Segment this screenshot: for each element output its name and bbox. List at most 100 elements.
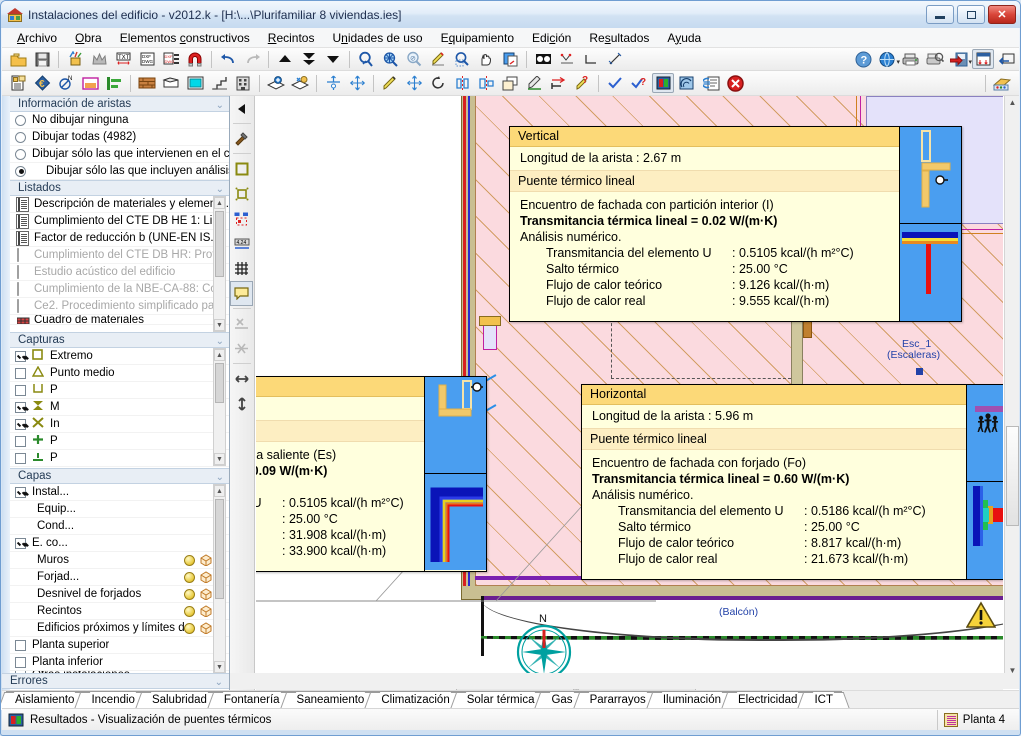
- dwg-layers-icon[interactable]: DXF DWG: [160, 49, 182, 69]
- dxf-dwg-icon[interactable]: DXF DWG: [136, 49, 158, 69]
- stretch-icon[interactable]: [547, 73, 569, 93]
- print-icon[interactable]: [900, 49, 922, 69]
- wall-icon[interactable]: [136, 73, 158, 93]
- checkbox[interactable]: [15, 418, 26, 430]
- undo-icon[interactable]: [217, 49, 239, 69]
- capturas-listbox[interactable]: Extremo Punto medio P M In P P ▲ ▼: [10, 348, 229, 468]
- menu-recintos[interactable]: Recintos: [259, 29, 324, 47]
- scroll-thumb[interactable]: [1006, 426, 1019, 526]
- menu-elementos-constructivos[interactable]: Elementos constructivos: [111, 29, 259, 47]
- new-project-icon[interactable]: [64, 49, 86, 69]
- menu-archivo[interactable]: Archivo: [8, 29, 66, 47]
- capture-interseccion[interactable]: In: [10, 416, 229, 433]
- dimension-icon[interactable]: [604, 49, 626, 69]
- zoom-select-icon[interactable]: [355, 49, 377, 69]
- status-floor-indicator[interactable]: Planta 4: [936, 709, 1019, 730]
- radio-indicator[interactable]: [15, 114, 26, 126]
- menu-equipamiento[interactable]: Equipamiento: [432, 29, 523, 47]
- chevron-down-icon[interactable]: ⌄: [216, 470, 224, 485]
- layer-3d-cube-icon[interactable]: [200, 554, 212, 566]
- zoom-edit-icon[interactable]: [427, 49, 449, 69]
- capture-punto-medio[interactable]: Punto medio: [10, 365, 229, 382]
- export-icon[interactable]: ▾: [948, 49, 972, 69]
- angle-icon[interactable]: [580, 49, 602, 69]
- align-icon[interactable]: [103, 73, 125, 93]
- listados-scrollbar[interactable]: ▲ ▼: [213, 196, 226, 332]
- edit-query-icon[interactable]: ?: [571, 73, 593, 93]
- radio-indicator[interactable]: [15, 148, 26, 160]
- collapse-arrows-icon[interactable]: [298, 49, 320, 69]
- list-item[interactable]: Cumplimiento del CTE DB HE 1: Li...: [10, 213, 229, 230]
- beam-icon[interactable]: [160, 73, 182, 93]
- scroll-down-arrow[interactable]: ▼: [214, 661, 225, 673]
- dotted-select-icon[interactable]: [230, 181, 253, 206]
- zoom-previous-icon[interactable]: ⊘: [403, 49, 425, 69]
- scroll-up-arrow[interactable]: ▲: [214, 349, 225, 361]
- layer-e-constructivos[interactable]: E. co...: [10, 535, 229, 552]
- volume-icon[interactable]: [184, 73, 206, 93]
- cost-euro-icon[interactable]: €: [31, 73, 53, 93]
- tab-ict[interactable]: ICT: [805, 691, 842, 708]
- scroll-down-arrow[interactable]: ▼: [214, 453, 225, 465]
- tab-saneamiento[interactable]: Saneamiento: [287, 691, 374, 708]
- checkbox[interactable]: [15, 537, 26, 549]
- checkbox[interactable]: [15, 367, 26, 379]
- chevron-down-icon[interactable]: ⌄: [216, 334, 224, 349]
- checkbox[interactable]: [15, 452, 26, 464]
- tools-icon[interactable]: [230, 126, 253, 151]
- cancel-icon[interactable]: [724, 73, 746, 93]
- tab-pararrayos[interactable]: Pararrayos: [580, 691, 655, 708]
- group-header-errores[interactable]: Errores ⌄: [2, 673, 229, 689]
- open-folder-icon[interactable]: [7, 49, 29, 69]
- scroll-thumb[interactable]: [215, 211, 224, 277]
- radio-dibujar-todas[interactable]: Dibujar todas (4982): [10, 129, 229, 146]
- tab-aislamiento[interactable]: Aislamiento: [6, 691, 84, 708]
- tab-incendio[interactable]: Incendio: [82, 691, 144, 708]
- add-floor-icon[interactable]: [265, 73, 287, 93]
- checkbox[interactable]: [15, 384, 26, 396]
- legend-icon[interactable]: [991, 73, 1013, 93]
- radio-no-dibujar-ninguna[interactable]: No dibujar ninguna: [10, 112, 229, 129]
- stair-icon[interactable]: [208, 73, 230, 93]
- chevron-down-icon[interactable]: ⌄: [215, 675, 223, 690]
- layer-visibility-dot[interactable]: [184, 622, 195, 634]
- grid-icon[interactable]: [230, 256, 253, 281]
- layer-3d-cube-icon[interactable]: [200, 622, 212, 634]
- menu-edicion[interactable]: Edición: [523, 29, 580, 47]
- listados-listbox[interactable]: Descripción de materiales y element... C…: [10, 196, 229, 332]
- web-icon[interactable]: ▾: [876, 49, 900, 69]
- layer-3d-cube-icon[interactable]: [200, 605, 212, 617]
- close-button[interactable]: ✕: [988, 5, 1016, 24]
- chevron-down-icon[interactable]: ⌄: [216, 98, 224, 113]
- checkbox[interactable]: [15, 350, 26, 362]
- layer-instalaciones[interactable]: Instal...: [10, 484, 229, 501]
- euro-doc-icon[interactable]: [700, 73, 722, 93]
- layer-planta-inferior[interactable]: Planta inferior: [10, 654, 229, 671]
- mirror-h-icon[interactable]: [475, 73, 497, 93]
- menu-ayuda[interactable]: Ayuda: [658, 29, 710, 47]
- measure-icon[interactable]: [556, 49, 578, 69]
- group-header-informacion-aristas[interactable]: Información de aristas ⌄: [10, 96, 229, 113]
- canvas-vertical-scrollbar[interactable]: ▲ ▼: [1004, 96, 1019, 677]
- group-header-capas[interactable]: Capas ⌄: [10, 468, 229, 485]
- menu-resultados[interactable]: Resultados: [580, 29, 658, 47]
- copy-icon[interactable]: [499, 73, 521, 93]
- layer-3d-cube-icon[interactable]: [200, 571, 212, 583]
- move-icon[interactable]: [403, 73, 425, 93]
- capture-back-icon[interactable]: [996, 49, 1018, 69]
- checkbox[interactable]: [15, 656, 26, 668]
- down-arrow-icon[interactable]: [322, 49, 344, 69]
- layer-visibility-dot[interactable]: [184, 588, 195, 600]
- back-arrow-icon[interactable]: [230, 96, 253, 121]
- txt-import-icon[interactable]: TXT: [112, 49, 134, 69]
- tooltip-icon[interactable]: [230, 281, 253, 306]
- capture-tangent[interactable]: P: [10, 450, 229, 467]
- snap-off-icon[interactable]: [230, 336, 253, 361]
- layer-equipamiento[interactable]: Equip...: [10, 501, 229, 518]
- rotate-icon[interactable]: [427, 73, 449, 93]
- zoom-all-icon[interactable]: [379, 49, 401, 69]
- scroll-up-arrow[interactable]: ▲: [214, 197, 225, 209]
- maximize-button[interactable]: [957, 5, 985, 24]
- capture-hourglass[interactable]: M: [10, 399, 229, 416]
- group-header-capturas[interactable]: Capturas ⌄: [10, 332, 229, 349]
